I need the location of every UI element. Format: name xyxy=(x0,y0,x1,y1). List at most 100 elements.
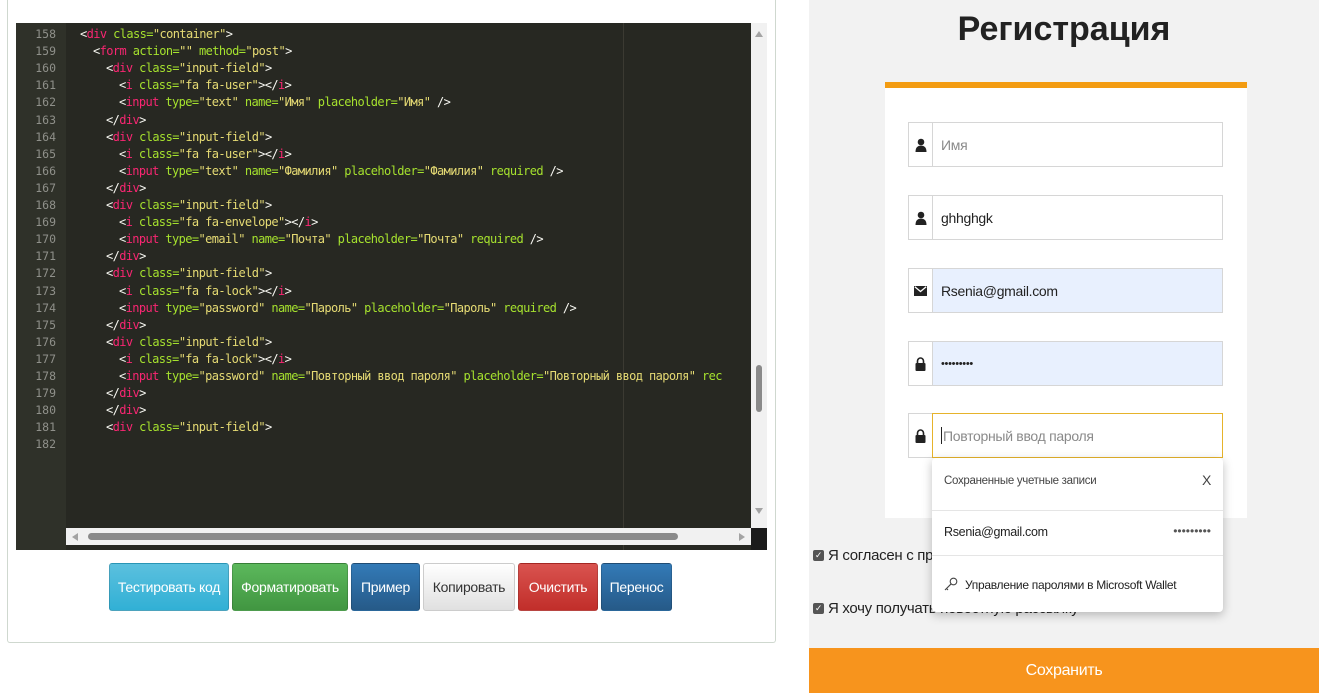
code-token: < xyxy=(106,420,113,435)
line-gutter: 158 159 160 161 162 163 164 165 166 167 168 169 170 1… xyxy=(16,23,66,550)
code-token: > xyxy=(284,78,292,93)
first-name-input[interactable]: Имя xyxy=(932,122,1223,167)
code-token: name= xyxy=(238,163,279,178)
code-token: > xyxy=(284,146,292,161)
code-token: < xyxy=(93,44,100,59)
code-token: div xyxy=(119,403,140,418)
manage-passwords-link[interactable]: Управление паролями в Microsoft Wallet xyxy=(932,568,1223,604)
code-token: "password" xyxy=(198,300,266,315)
code-token: "input-field" xyxy=(178,129,266,144)
line-number: 171 xyxy=(35,249,56,264)
code-token: action= xyxy=(126,44,180,59)
code-token: class= xyxy=(132,351,179,366)
code-token: i xyxy=(278,146,285,161)
code-editor[interactable]: 158 159 160 161 162 163 164 165 166 167 168 169 170 1… xyxy=(16,23,767,550)
envelope-icon xyxy=(908,268,932,313)
line-number: 182 xyxy=(35,437,56,452)
page-title: Регистрация xyxy=(957,10,1171,48)
manage-passwords-label: Управление паролями в Microsoft Wallet xyxy=(965,578,1177,592)
code-line: <i class="fa fa-lock"></i> xyxy=(119,351,292,368)
code-line: </div> xyxy=(106,402,146,419)
format-button[interactable]: Форматировать xyxy=(232,563,348,611)
scroll-corner xyxy=(751,528,767,550)
code-line: <input type="password" name="Пароль" pla… xyxy=(119,300,577,317)
code-line: </div> xyxy=(106,317,146,334)
code-token: /> xyxy=(556,300,577,315)
email-input[interactable]: Rsenia@gmail.com xyxy=(932,268,1223,313)
horizontal-scroll-thumb[interactable] xyxy=(88,533,678,540)
code-token: "input-field" xyxy=(178,420,266,435)
horizontal-scrollbar[interactable] xyxy=(66,528,751,545)
clear-button[interactable]: Очистить xyxy=(518,563,598,611)
code-line: <div class="container"> xyxy=(80,26,233,43)
code-token: "email" xyxy=(198,232,246,247)
code-token: name= xyxy=(244,232,285,247)
save-button[interactable]: Сохранить xyxy=(809,648,1319,693)
code-token: </ xyxy=(106,249,120,264)
password-input[interactable]: ••••••••• xyxy=(932,341,1223,386)
code-token: "Почта" xyxy=(417,232,464,247)
repeat-password-input[interactable]: Повторный ввод пароля xyxy=(932,413,1223,458)
code-token: < xyxy=(119,232,126,247)
vertical-scroll-thumb[interactable] xyxy=(756,365,762,412)
scroll-down-icon[interactable] xyxy=(755,508,763,514)
popup-heading: Сохраненные учетные записи xyxy=(944,475,1097,487)
code-token: > xyxy=(284,351,292,366)
example-button[interactable]: Пример xyxy=(351,563,420,611)
checkbox-checked-icon[interactable]: ✓ xyxy=(813,603,824,614)
line-number: 169 xyxy=(35,215,56,230)
code-token: "fa fa-user" xyxy=(178,146,259,161)
code-token: div xyxy=(112,420,133,435)
code-line: </div> xyxy=(106,112,146,129)
code-token: "Повторный ввод пароля" xyxy=(304,369,458,383)
left-background xyxy=(0,643,800,693)
line-number: 164 xyxy=(35,129,56,144)
code-token: < xyxy=(119,215,126,230)
line-number: 173 xyxy=(35,283,56,298)
terms-checkbox-row[interactable]: ✓ Я согласен с пр xyxy=(813,547,933,564)
code-token: input xyxy=(125,369,160,383)
saved-accounts-popup: Сохраненные учетные записи X Rsenia@gmai… xyxy=(932,458,1223,612)
code-token: > xyxy=(265,129,272,144)
code-token: "fa fa-user" xyxy=(178,78,259,93)
code-token: "post" xyxy=(245,44,286,59)
code-token: > xyxy=(139,180,146,195)
close-icon[interactable]: X xyxy=(1202,472,1211,488)
code-token: placeholder= xyxy=(456,369,543,383)
code-token: </ xyxy=(106,112,120,127)
code-token: > xyxy=(285,44,292,59)
line-number: 168 xyxy=(35,198,56,212)
last-name-input[interactable]: ghhghgk xyxy=(932,195,1223,240)
code-token: div xyxy=(119,317,140,332)
checkbox-checked-icon[interactable]: ✓ xyxy=(813,550,824,561)
line-number: 167 xyxy=(35,180,56,195)
code-line: <form action="" method="post"> xyxy=(93,43,292,60)
code-token: class= xyxy=(132,61,179,76)
code-token: form xyxy=(99,44,127,59)
vertical-scrollbar[interactable] xyxy=(751,23,767,532)
scroll-right-icon[interactable] xyxy=(739,533,745,541)
code-token: < xyxy=(119,369,126,383)
copy-button[interactable]: Копировать xyxy=(423,563,515,611)
test-code-button[interactable]: Тестировать код xyxy=(109,563,229,611)
code-token: < xyxy=(119,95,126,110)
code-token: "Фамилия" xyxy=(278,163,338,178)
wrap-button[interactable]: Перенос xyxy=(601,563,672,611)
scroll-up-icon[interactable] xyxy=(755,31,763,37)
code-token: div xyxy=(112,334,133,349)
code-line: <div class="input-field"> xyxy=(106,60,272,77)
code-token: "input-field" xyxy=(178,334,266,349)
code-token: "Имя" xyxy=(397,95,431,110)
scroll-left-icon[interactable] xyxy=(72,533,78,541)
line-number: 180 xyxy=(35,403,56,418)
code-token: class= xyxy=(132,334,179,349)
saved-account-item[interactable]: Rsenia@gmail.com ••••••••• xyxy=(932,510,1223,556)
code-token: type= xyxy=(158,300,199,315)
code-token: div xyxy=(112,129,133,144)
code-token: > xyxy=(139,403,146,418)
code-token: > xyxy=(265,198,272,212)
line-number: 161 xyxy=(35,78,56,93)
repeat-password-placeholder: Повторный ввод пароля xyxy=(943,427,1094,444)
code-token: > xyxy=(265,420,272,435)
saved-account-email: Rsenia@gmail.com xyxy=(944,525,1048,539)
